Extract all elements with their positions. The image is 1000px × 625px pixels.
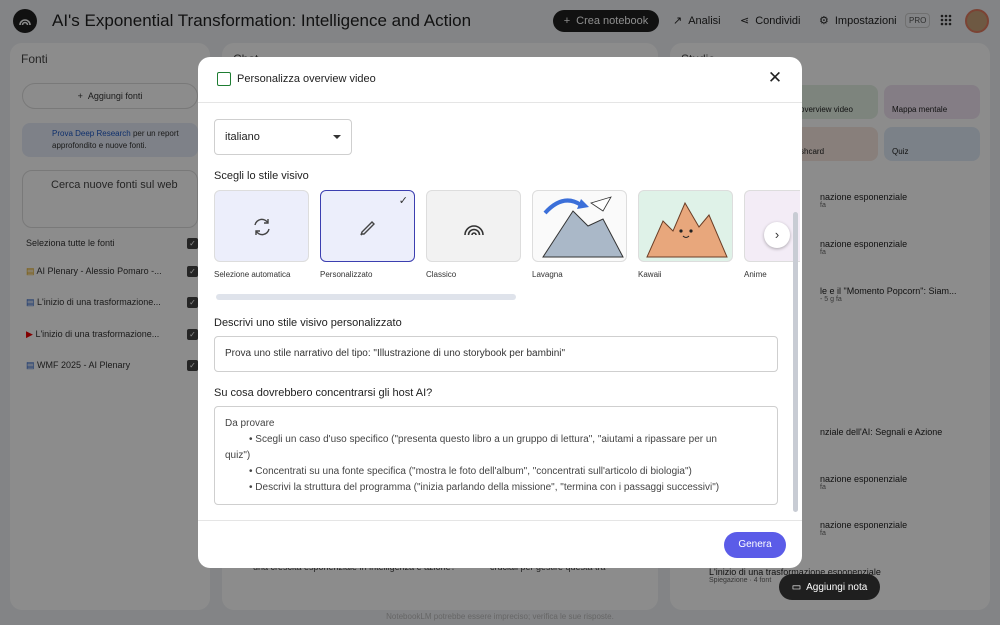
generate-button[interactable]: Genera: [724, 532, 786, 558]
customize-video-dialog: Personalizza overview video ✕ italiano S…: [198, 57, 802, 568]
custom-style-input[interactable]: Prova uno stile narrativo del tipo: "Ill…: [214, 336, 778, 372]
focus-line: Da provare: [225, 418, 275, 429]
focus-line: quiz"): [225, 450, 251, 461]
style-card-lavagna[interactable]: [532, 190, 627, 262]
language-value: italiano: [225, 131, 260, 143]
focus-line: • Descrivi la struttura del programma ("…: [249, 482, 720, 493]
language-select[interactable]: italiano: [214, 119, 352, 155]
style-name: Anime: [744, 270, 767, 279]
close-icon[interactable]: ✕: [766, 69, 784, 87]
kawaii-illustration: [646, 201, 728, 258]
style-name: Personalizzato: [320, 270, 373, 279]
disclaimer-footer: NotebookLM potrebbe essere impreciso; ve…: [386, 612, 614, 621]
style-name: Lavagna: [532, 270, 563, 279]
auto-refresh-icon: [254, 218, 270, 236]
style-name: Selezione automatica: [214, 270, 291, 279]
dialog-title: Personalizza overview video: [237, 73, 376, 85]
classic-logo-icon: [464, 225, 484, 236]
header-divider: [198, 102, 802, 103]
focus-line: • Concentrati su una fonte specifica ("m…: [249, 466, 692, 477]
style-name: Kawaii: [638, 270, 662, 279]
video-overview-icon: [217, 72, 231, 86]
add-note-label: Aggiungi nota: [806, 581, 868, 593]
focus-label: Su cosa dovrebbero concentrarsi gli host…: [214, 387, 433, 399]
dialog-scrollbar[interactable]: [793, 212, 798, 512]
style-card-classic[interactable]: [426, 190, 521, 262]
style-card-custom[interactable]: ✓: [320, 190, 415, 262]
style-card-kawaii[interactable]: [638, 190, 733, 262]
checkmark-icon: ✓: [398, 195, 408, 207]
caret-down-icon: [333, 135, 341, 139]
focus-line: • Scegli un caso d'uso specifico ("prese…: [249, 434, 717, 445]
footer-divider: [198, 520, 802, 521]
styles-scrollbar[interactable]: [216, 294, 516, 300]
custom-style-label: Descrivi uno stile visivo personalizzato: [214, 317, 402, 329]
note-icon: ▭: [791, 581, 802, 593]
blackboard-illustration: [542, 196, 624, 258]
style-card-auto[interactable]: [214, 190, 309, 262]
style-name: Classico: [426, 270, 457, 279]
chevron-right-icon[interactable]: ›: [764, 222, 790, 248]
focus-textarea[interactable]: Da provare • Scegli un caso d'uso specif…: [214, 406, 778, 505]
custom-style-placeholder: Prova uno stile narrativo del tipo: "Ill…: [225, 348, 566, 359]
style-label: Scegli lo stile visivo: [214, 170, 309, 182]
add-note-button[interactable]: ▭ Aggiungi nota: [779, 574, 880, 600]
